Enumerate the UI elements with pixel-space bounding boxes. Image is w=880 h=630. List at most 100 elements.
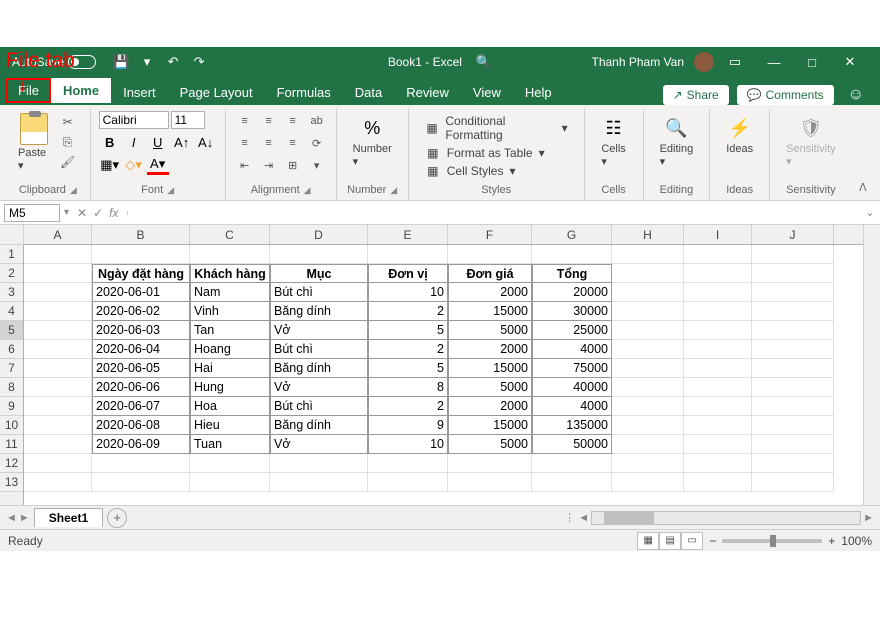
tab-view[interactable]: View (461, 80, 513, 105)
cell-G5[interactable]: 25000 (532, 321, 612, 340)
cell-H12[interactable] (612, 454, 684, 473)
clipboard-launcher-icon[interactable]: ◢ (70, 185, 77, 196)
merge-icon[interactable]: ⊞ (282, 155, 304, 175)
cell-A11[interactable] (24, 435, 92, 454)
cell-C13[interactable] (190, 473, 270, 492)
cell-H4[interactable] (612, 302, 684, 321)
cell-C12[interactable] (190, 454, 270, 473)
align-right-icon[interactable]: ≡ (282, 133, 304, 153)
cell-A2[interactable] (24, 264, 92, 283)
share-button[interactable]: ↗Share (663, 85, 729, 105)
enter-formula-icon[interactable]: ✓ (93, 206, 103, 220)
cell-C9[interactable]: Hoa (190, 397, 270, 416)
cell-C7[interactable]: Hai (190, 359, 270, 378)
cell-B1[interactable] (92, 245, 190, 264)
cell-F5[interactable]: 5000 (448, 321, 532, 340)
conditional-formatting-button[interactable]: ▦Conditional Formatting ▾ (423, 113, 570, 143)
fx-icon[interactable]: fx (109, 206, 118, 220)
cell-D10[interactable]: Băng dính (270, 416, 368, 435)
cell-D6[interactable]: Bút chì (270, 340, 368, 359)
sensitivity-button[interactable]: 🛡 Sensitivity▾ (778, 111, 844, 182)
cell-A7[interactable] (24, 359, 92, 378)
cell-H6[interactable] (612, 340, 684, 359)
cell-D13[interactable] (270, 473, 368, 492)
orientation-icon[interactable]: ⟳ (306, 133, 328, 153)
cell-C2[interactable]: Khách hàng (190, 264, 270, 283)
add-sheet-button[interactable]: + (107, 508, 127, 528)
cell-D8[interactable]: Vở (270, 378, 368, 397)
editing-button[interactable]: 🔍 Editing▾ (652, 111, 702, 182)
cell-J8[interactable] (752, 378, 834, 397)
cell-J5[interactable] (752, 321, 834, 340)
cells-button[interactable]: ☷ Cells▾ (593, 111, 635, 182)
cell-D3[interactable]: Bút chì (270, 283, 368, 302)
select-all-cells[interactable] (0, 225, 24, 245)
cell-F10[interactable]: 15000 (448, 416, 532, 435)
alignment-launcher-icon[interactable]: ◢ (304, 185, 311, 196)
cell-G12[interactable] (532, 454, 612, 473)
cell-B7[interactable]: 2020-06-05 (92, 359, 190, 378)
cell-I5[interactable] (684, 321, 752, 340)
cell-I1[interactable] (684, 245, 752, 264)
qat-dropdown-icon[interactable]: ▾ (136, 51, 158, 73)
cell-I3[interactable] (684, 283, 752, 302)
cell-H7[interactable] (612, 359, 684, 378)
underline-button[interactable]: U (147, 132, 169, 152)
paste-icon[interactable] (20, 113, 48, 145)
align-bottom-icon[interactable]: ≡ (282, 111, 304, 131)
col-header-C[interactable]: C (190, 225, 270, 244)
cell-I7[interactable] (684, 359, 752, 378)
cell-A3[interactable] (24, 283, 92, 302)
cell-I13[interactable] (684, 473, 752, 492)
search-icon[interactable]: 🔍 (476, 54, 492, 70)
cell-H13[interactable] (612, 473, 684, 492)
decrease-font-icon[interactable]: A↓ (195, 132, 217, 152)
cell-J1[interactable] (752, 245, 834, 264)
cell-H3[interactable] (612, 283, 684, 302)
align-middle-icon[interactable]: ≡ (258, 111, 280, 131)
cell-I12[interactable] (684, 454, 752, 473)
cell-A5[interactable] (24, 321, 92, 340)
cell-F8[interactable]: 5000 (448, 378, 532, 397)
cell-I2[interactable] (684, 264, 752, 283)
cell-G2[interactable]: Tổng (532, 264, 612, 283)
maximize-button[interactable]: □ (794, 50, 830, 74)
row-header-10[interactable]: 10 (0, 416, 23, 435)
cell-I8[interactable] (684, 378, 752, 397)
row-header-6[interactable]: 6 (0, 340, 23, 359)
cell-D5[interactable]: Vở (270, 321, 368, 340)
cell-B2[interactable]: Ngày đặt hàng (92, 264, 190, 283)
cell-H9[interactable] (612, 397, 684, 416)
cell-B10[interactable]: 2020-06-08 (92, 416, 190, 435)
borders-icon[interactable]: ▦▾ (99, 155, 121, 175)
cell-G10[interactable]: 135000 (532, 416, 612, 435)
cell-D9[interactable]: Bút chì (270, 397, 368, 416)
cell-F13[interactable] (448, 473, 532, 492)
cell-D1[interactable] (270, 245, 368, 264)
cell-G9[interactable]: 4000 (532, 397, 612, 416)
row-header-5[interactable]: 5 (0, 321, 23, 340)
cell-J6[interactable] (752, 340, 834, 359)
cell-E10[interactable]: 9 (368, 416, 448, 435)
expand-formula-icon[interactable]: ⌄ (860, 206, 880, 219)
vertical-scrollbar[interactable] (863, 225, 880, 505)
save-icon[interactable]: 💾 (110, 51, 132, 73)
font-color-icon[interactable]: A▾ (147, 155, 169, 175)
minimize-button[interactable]: — (756, 50, 792, 74)
cell-E11[interactable]: 10 (368, 435, 448, 454)
increase-font-icon[interactable]: A↑ (171, 132, 193, 152)
cell-D4[interactable]: Băng dính (270, 302, 368, 321)
cell-F1[interactable] (448, 245, 532, 264)
cell-E7[interactable]: 5 (368, 359, 448, 378)
cell-B12[interactable] (92, 454, 190, 473)
paste-button[interactable]: Paste ▾ (18, 147, 50, 172)
format-as-table-button[interactable]: ▦Format as Table ▾ (423, 145, 570, 161)
cell-G13[interactable] (532, 473, 612, 492)
cell-E3[interactable]: 10 (368, 283, 448, 302)
cell-C1[interactable] (190, 245, 270, 264)
tab-review[interactable]: Review (394, 80, 461, 105)
ribbon-display-icon[interactable]: ▭ (724, 51, 746, 73)
cell-J11[interactable] (752, 435, 834, 454)
cell-C5[interactable]: Tan (190, 321, 270, 340)
cell-F4[interactable]: 15000 (448, 302, 532, 321)
